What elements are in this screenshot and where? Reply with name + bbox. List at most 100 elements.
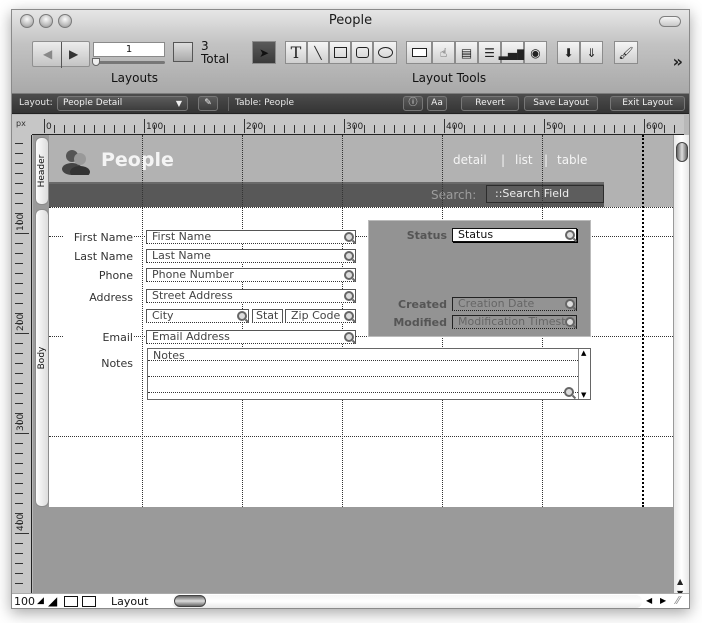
pencil-icon: ✎ xyxy=(204,98,212,108)
nav-link-list[interactable]: list xyxy=(515,153,533,167)
mode-popup[interactable]: Layout xyxy=(111,595,148,608)
save-layout-button[interactable]: Save Layout xyxy=(524,96,598,111)
ruler-tick xyxy=(294,125,295,133)
ruler-tick xyxy=(15,373,23,374)
scroll-left-arrow-icon[interactable]: ◀ xyxy=(646,596,652,605)
ruler-tick xyxy=(274,125,275,133)
revert-button[interactable]: Revert xyxy=(461,96,519,111)
layout-number-input[interactable]: 1 xyxy=(93,42,165,57)
scroll-up-arrow-icon[interactable]: ▲ xyxy=(677,577,683,586)
ruler-tick xyxy=(15,403,23,404)
next-layout-icon[interactable]: ▶ xyxy=(69,47,78,61)
layout-navigator-book[interactable]: ◀ ▶ xyxy=(32,41,90,68)
ruler-tick xyxy=(674,125,675,133)
toggle-status-area-icon[interactable] xyxy=(64,596,78,607)
magnifier-icon xyxy=(344,332,354,342)
toolbar-overflow-icon[interactable]: » xyxy=(673,52,683,71)
ruler-tick xyxy=(664,125,665,133)
ruler-tick xyxy=(15,253,23,254)
ruler-tick xyxy=(344,119,345,133)
email-field[interactable]: Email Address xyxy=(146,330,356,344)
magnifier-icon xyxy=(565,299,575,309)
horizontal-scrollbar[interactable] xyxy=(172,595,642,608)
horizontal-scroll-thumb[interactable] xyxy=(174,595,206,607)
previous-layout-icon[interactable]: ◀ xyxy=(43,47,52,61)
layout-slider[interactable] xyxy=(93,61,165,64)
format-painter-tool[interactable]: 🖌 xyxy=(614,41,638,64)
chart-tool[interactable]: ▂▄▆ xyxy=(499,41,526,64)
nav-link-detail[interactable]: detail xyxy=(453,153,487,167)
ruler-tick xyxy=(534,125,535,133)
body-part-label: Body xyxy=(37,346,47,370)
ruler-tick xyxy=(15,573,23,574)
vertical-scrollbar[interactable]: ▲ ▼ xyxy=(673,135,689,600)
ruler-tick xyxy=(474,125,475,133)
vertical-scroll-thumb[interactable] xyxy=(676,142,688,162)
ruler-tick xyxy=(334,125,335,133)
status-field[interactable]: Status xyxy=(452,228,577,242)
notes-scrollbar[interactable]: ▲ ▼ xyxy=(578,349,590,399)
body-part-tab[interactable]: Body xyxy=(35,209,49,507)
scroll-up-icon[interactable]: ▲ xyxy=(581,349,586,357)
tab-control-tool[interactable]: ▤ xyxy=(455,41,478,64)
first-name-field[interactable]: First Name xyxy=(146,230,356,244)
edit-layout-name-button[interactable]: ✎ xyxy=(198,96,218,111)
field-tool[interactable] xyxy=(406,41,432,64)
ruler-tick xyxy=(194,125,195,133)
info-icon: ⓘ xyxy=(408,98,418,108)
toolbar-toggle-button[interactable] xyxy=(659,16,681,27)
nav-link-table[interactable]: table xyxy=(557,153,587,167)
ruler-label: 600 xyxy=(646,122,664,132)
oval-tool[interactable] xyxy=(373,41,397,64)
ruler-unit-label[interactable]: px xyxy=(12,115,32,135)
phone-field[interactable]: Phone Number xyxy=(146,268,356,282)
search-field[interactable]: ::Search Field xyxy=(486,185,604,203)
inspector-button[interactable]: ⓘ xyxy=(403,96,423,111)
ruler-tick xyxy=(484,125,485,133)
layout-slider-thumb[interactable] xyxy=(92,58,100,66)
ruler-tick xyxy=(15,563,23,564)
ruler-tick xyxy=(15,463,23,464)
button-tool[interactable]: ☝ xyxy=(432,41,455,64)
ruler-tick xyxy=(174,125,175,133)
header-part-tab[interactable]: Header xyxy=(35,137,49,205)
line-tool[interactable]: ╲ xyxy=(307,41,329,64)
ruler-tick xyxy=(15,263,23,264)
notes-field[interactable]: Notes ▲ ▼ xyxy=(147,348,591,400)
modified-field[interactable]: Modification Timest xyxy=(452,315,577,329)
web-viewer-tool[interactable]: ◉ xyxy=(524,41,547,64)
zoom-in-icon[interactable]: ◢ xyxy=(48,594,57,608)
created-field[interactable]: Creation Date xyxy=(452,297,577,311)
scroll-right-arrow-icon[interactable]: ▶ xyxy=(660,596,666,605)
pointer-tool[interactable]: ➤ xyxy=(252,41,276,64)
first-name-field-name: First Name xyxy=(152,230,212,243)
rectangle-tool[interactable] xyxy=(329,41,351,64)
ruler-tick xyxy=(54,125,55,133)
ruler-tick xyxy=(15,393,23,394)
status-field-name: Status xyxy=(458,228,494,241)
zoom-out-icon[interactable]: ◢ xyxy=(37,596,44,606)
last-name-field[interactable]: Last Name xyxy=(146,249,356,263)
text-tool[interactable]: T xyxy=(285,41,307,64)
magnifier-icon xyxy=(344,232,354,242)
ruler-tick xyxy=(114,125,115,133)
scroll-down-icon[interactable]: ▼ xyxy=(581,391,586,399)
zoom-level[interactable]: 100 xyxy=(14,595,35,608)
street-address-field[interactable]: Street Address xyxy=(146,289,356,303)
ruler-tick xyxy=(514,125,515,133)
text-format-button[interactable]: Aa xyxy=(427,96,447,111)
rounded-rectangle-tool[interactable] xyxy=(351,41,373,64)
state-field[interactable]: Stat xyxy=(252,309,283,323)
city-field[interactable]: City xyxy=(146,309,249,323)
ruler-label: 300 xyxy=(346,122,364,132)
layout-popup-menu[interactable]: People Detail ▼ xyxy=(57,96,188,111)
ruler-tick xyxy=(15,243,23,244)
field-picker-tool[interactable]: ⬇ xyxy=(557,41,580,64)
part-picker-tool[interactable]: ⇓ xyxy=(580,41,603,64)
exit-layout-button[interactable]: Exit Layout xyxy=(610,96,685,111)
toggle-toolbar-icon[interactable] xyxy=(82,596,96,607)
resize-grip-icon[interactable]: ⁄⁄ xyxy=(676,594,680,607)
ruler-tick xyxy=(614,125,615,133)
zip-code-field[interactable]: Zip Code xyxy=(285,309,356,323)
portal-tool[interactable]: ☰ xyxy=(478,41,501,64)
